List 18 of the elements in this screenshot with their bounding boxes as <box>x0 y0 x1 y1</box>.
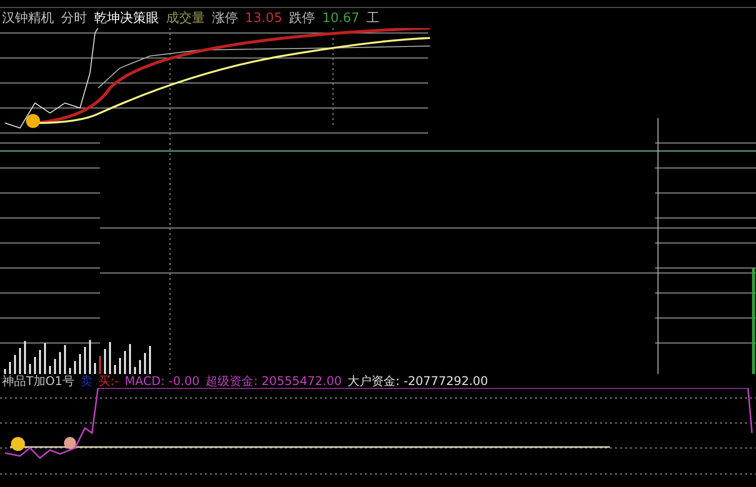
label-text: 超级资金: 20555472.00 <box>206 375 342 387</box>
label-text: 神品T加O1号 <box>2 375 74 387</box>
label-text: 汉钟精机 <box>2 12 54 24</box>
label-text: 跌停 <box>289 12 316 24</box>
label-text: 乾坤决策眼 <box>94 12 159 24</box>
label-text: 10.67 <box>322 12 360 24</box>
label-text: 大户资金: -20777292.00 <box>348 375 488 387</box>
signal-icon <box>64 437 76 449</box>
label-text: 卖 <box>80 375 92 387</box>
label-text: 涨停 <box>212 12 238 24</box>
label-text: 13.05 <box>245 12 282 24</box>
label-text: 成交量 <box>166 12 205 24</box>
signal-icon <box>11 437 25 451</box>
label-text: MACD: -0.00 <box>124 375 200 387</box>
signal-icon <box>26 114 40 128</box>
label-text: 工 <box>366 12 380 24</box>
label-text: 分时 <box>61 12 87 24</box>
label-text: 买:- <box>98 375 119 387</box>
